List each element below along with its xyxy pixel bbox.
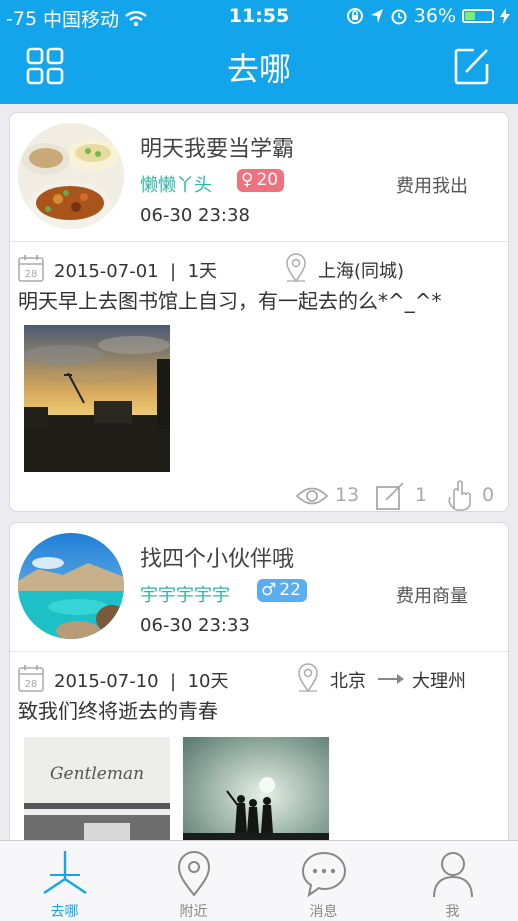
status-bar: -75 中国移动 11:55 36% bbox=[0, 0, 518, 34]
post-photo[interactable] bbox=[183, 737, 329, 851]
post-photo[interactable]: Gentleman bbox=[24, 737, 170, 851]
photo-caption: Gentleman bbox=[50, 764, 144, 784]
location-pin-icon bbox=[286, 253, 306, 283]
tab-messages[interactable]: 消息 bbox=[259, 841, 388, 921]
view-count: 13 bbox=[335, 484, 360, 506]
tab-nearby[interactable]: 附近 bbox=[129, 841, 258, 921]
post-title: 找四个小伙伴哦 bbox=[140, 547, 295, 572]
travel-date: 2015-07-01 | 1天 bbox=[54, 261, 218, 282]
svg-text:28: 28 bbox=[25, 269, 38, 280]
divider bbox=[10, 651, 508, 652]
avatar[interactable] bbox=[18, 123, 124, 229]
compose-icon[interactable] bbox=[454, 47, 490, 85]
female-icon: ♀ bbox=[241, 170, 254, 190]
tab-label: 去哪 bbox=[50, 904, 79, 920]
post-description: 致我们终将逝去的青春 bbox=[18, 699, 218, 723]
cost-label: 费用我出 bbox=[396, 176, 468, 197]
age: 20 bbox=[256, 170, 279, 190]
person-icon bbox=[433, 852, 473, 898]
post-time: 06-30 23:33 bbox=[140, 615, 250, 636]
tab-qu-na[interactable]: 去哪 bbox=[0, 841, 129, 921]
tab-me[interactable]: 我 bbox=[388, 841, 517, 921]
location: 上海(同城) bbox=[318, 261, 405, 282]
gender-age-badge: ♂ 22 bbox=[257, 579, 307, 602]
charging-icon bbox=[500, 8, 510, 24]
destination: 大理州 bbox=[412, 671, 466, 692]
battery-icon bbox=[462, 9, 494, 23]
comment-icon[interactable] bbox=[376, 482, 406, 510]
avatar[interactable] bbox=[18, 533, 124, 639]
post-description: 明天早上去图书馆上自习，有一起去的么*^_^* bbox=[18, 289, 442, 313]
username[interactable]: 宇宇宇宇宇 bbox=[140, 581, 230, 607]
post-title: 明天我要当学霸 bbox=[140, 137, 295, 162]
like-count: 0 bbox=[482, 484, 495, 506]
tab-label: 消息 bbox=[309, 904, 338, 920]
arrow-right-icon bbox=[378, 674, 404, 684]
gender-age-badge: ♀ 20 bbox=[237, 169, 285, 192]
post-card[interactable]: 明天我要当学霸 懒懒丫头 ♀ 20 费用我出 06-30 23:38 28 20… bbox=[9, 112, 509, 512]
svg-text:28: 28 bbox=[25, 679, 38, 690]
calendar-icon: 28 bbox=[18, 665, 44, 692]
eye-icon bbox=[296, 487, 328, 505]
post-time: 06-30 23:38 bbox=[140, 205, 250, 226]
compass-icon bbox=[43, 851, 87, 894]
tab-label: 附近 bbox=[179, 904, 208, 920]
location-pin-icon bbox=[177, 851, 211, 897]
comment-count: 1 bbox=[415, 484, 428, 506]
post-card[interactable]: 找四个小伙伴哦 宇宇宇宇宇 ♂ 22 费用商量 06-30 23:33 28 2… bbox=[9, 522, 509, 852]
tab-label: 我 bbox=[445, 904, 460, 920]
battery-percent: 36% bbox=[413, 5, 456, 27]
male-icon: ♂ bbox=[261, 580, 277, 600]
header: -75 中国移动 11:55 36% 去哪 bbox=[0, 0, 518, 104]
travel-date: 2015-07-10 | 10天 bbox=[54, 671, 229, 692]
cost-label: 费用商量 bbox=[396, 586, 468, 607]
divider bbox=[10, 241, 508, 242]
calendar-icon: 28 bbox=[18, 255, 44, 282]
origin: 北京 bbox=[330, 671, 366, 692]
username[interactable]: 懒懒丫头 bbox=[140, 171, 212, 197]
age: 22 bbox=[279, 580, 301, 600]
rotation-lock-icon bbox=[346, 8, 363, 24]
post-photo[interactable] bbox=[24, 325, 170, 472]
page-title: 去哪 bbox=[226, 50, 291, 88]
location-arrow-icon bbox=[370, 9, 383, 23]
alarm-icon bbox=[391, 9, 407, 25]
tab-bar: 去哪 附近 消息 我 bbox=[0, 840, 518, 921]
like-icon[interactable] bbox=[447, 479, 473, 511]
chat-bubble-icon bbox=[301, 851, 347, 898]
location-pin-icon bbox=[298, 663, 318, 693]
